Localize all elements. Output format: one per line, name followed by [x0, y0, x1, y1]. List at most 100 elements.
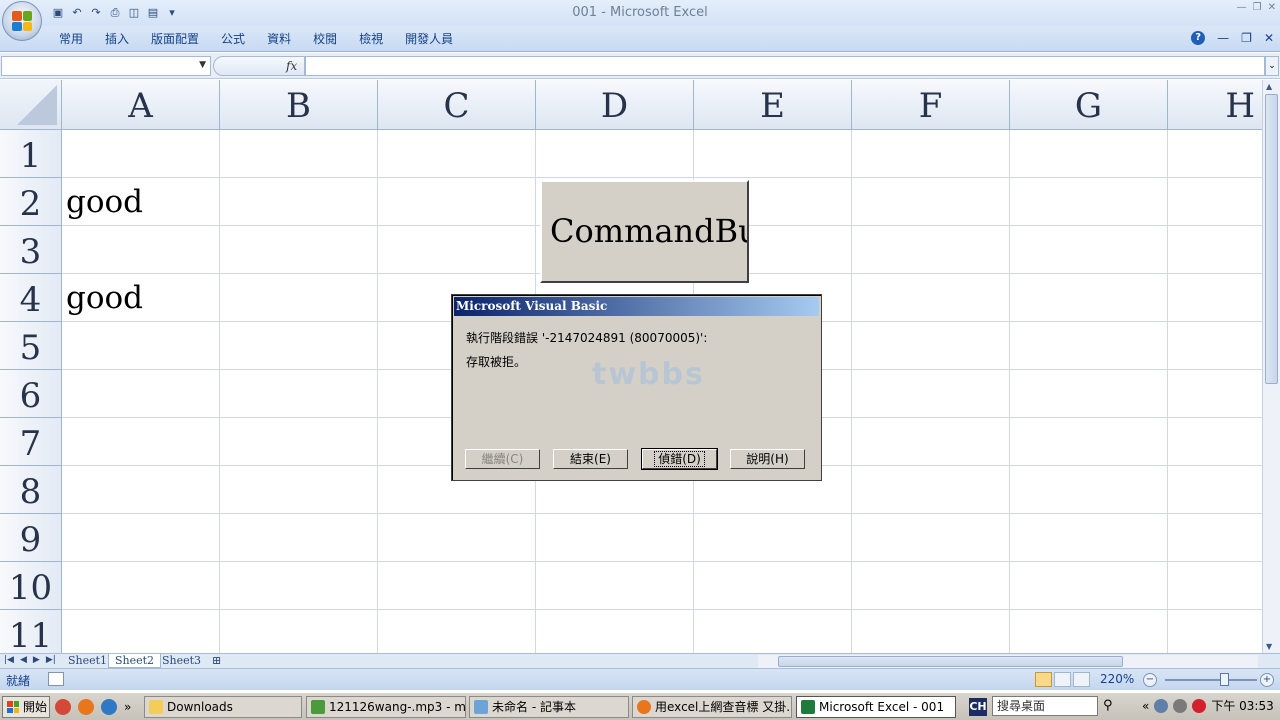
help-icon[interactable]: ? — [1191, 31, 1206, 45]
insert-sheet-icon[interactable]: ⊞ — [206, 654, 227, 668]
start-button[interactable]: 開始 — [2, 696, 50, 718]
taskbar-window-firefox[interactable]: 用excel上網查音標 又掛... — [632, 696, 792, 718]
mp3-app-icon — [311, 700, 325, 714]
status-ready: 就緒 — [6, 674, 31, 688]
tray-expand-icon[interactable]: « — [1142, 699, 1149, 713]
tab-data[interactable]: 資料 — [256, 31, 302, 47]
scroll-up-icon[interactable]: ▲ — [1266, 82, 1272, 91]
wb-close-icon[interactable]: ✕ — [1264, 31, 1274, 45]
command-button[interactable]: CommandButton1 — [540, 180, 749, 283]
zoom-out-icon[interactable]: − — [1143, 673, 1157, 687]
gridline — [1009, 130, 1010, 653]
formula-bar: ▼ fx ⌄ — [0, 53, 1280, 79]
vertical-scrollbar[interactable]: ▲ ▼ — [1262, 80, 1280, 653]
next-sheet-icon[interactable]: ▶ — [33, 655, 40, 665]
wb-restore-icon[interactable]: ❐ — [1241, 31, 1252, 45]
row-header-7[interactable]: 7 — [0, 418, 62, 466]
row-header-8[interactable]: 8 — [0, 466, 62, 514]
insert-function-icon[interactable]: fx — [286, 59, 297, 73]
horizontal-scrollbar[interactable] — [758, 655, 1258, 668]
tab-review[interactable]: 校閱 — [302, 31, 348, 47]
row-header-11[interactable]: 11 — [0, 610, 62, 653]
vertical-scroll-thumb[interactable] — [1265, 94, 1278, 384]
volume-icon[interactable] — [1173, 698, 1188, 713]
cell-a4[interactable]: good — [66, 280, 143, 316]
taskbar-window-mp3[interactable]: 121126wang-.mp3 - mp3... — [306, 696, 466, 718]
taskbar-window-downloads[interactable]: Downloads — [144, 696, 302, 718]
zoom-in-icon[interactable]: + — [1260, 673, 1274, 687]
last-sheet-icon[interactable]: ▶| — [46, 655, 56, 665]
debug-button[interactable]: 偵錯(D) — [641, 448, 718, 470]
row-header-1[interactable]: 1 — [0, 130, 62, 178]
zoom-slider[interactable] — [1165, 679, 1257, 681]
gridline — [62, 177, 1262, 178]
taskbar-window-notepad[interactable]: 未命名 - 記事本 — [469, 696, 629, 718]
row-header-9[interactable]: 9 — [0, 514, 62, 562]
title-bar: ▣ ↶ ↷ ⎙ ◫ ▤ ▾ 001 - Microsoft Excel — ❐ … — [0, 0, 1280, 26]
tab-insert[interactable]: 插入 — [94, 31, 140, 47]
antivirus-icon[interactable] — [1192, 698, 1207, 713]
expand-formula-icon[interactable]: ⌄ — [1265, 56, 1279, 76]
normal-view-icon[interactable] — [1035, 672, 1052, 687]
horizontal-scroll-thumb[interactable] — [778, 656, 1123, 667]
record-macro-icon[interactable] — [48, 672, 64, 686]
cell-a2[interactable]: good — [66, 184, 143, 220]
language-indicator[interactable]: CH — [969, 698, 987, 716]
column-header-c[interactable]: C — [378, 80, 536, 130]
desktop-search-input[interactable]: 搜尋桌面 — [992, 696, 1098, 716]
zoom-slider-knob[interactable] — [1220, 673, 1229, 686]
row-header-10[interactable]: 10 — [0, 562, 62, 610]
formula-input[interactable] — [305, 56, 1265, 76]
column-header-d[interactable]: D — [536, 80, 694, 130]
first-sheet-icon[interactable]: |◀ — [4, 655, 14, 665]
page-break-view-icon[interactable] — [1073, 672, 1090, 687]
tab-home[interactable]: 常用 — [48, 31, 94, 47]
tab-formulas[interactable]: 公式 — [210, 31, 256, 47]
watermark-logo: twbbs — [592, 357, 705, 392]
column-header-f[interactable]: F — [852, 80, 1010, 130]
column-header-a[interactable]: A — [62, 80, 220, 130]
error-message-line1: 執行階段錯誤 '-2147024891 (80070005)': — [466, 331, 708, 345]
select-all-button[interactable] — [0, 80, 62, 130]
end-button[interactable]: 結束(E) — [553, 449, 628, 469]
vb-error-dialog: Microsoft Visual Basic 執行階段錯誤 '-21470248… — [451, 294, 822, 481]
sheet-tab-1[interactable]: Sheet1 — [62, 654, 113, 668]
row-header-4[interactable]: 4 — [0, 274, 62, 322]
row-header-6[interactable]: 6 — [0, 370, 62, 418]
search-icon[interactable]: ⚲ — [1103, 698, 1113, 713]
tab-view[interactable]: 檢視 — [348, 31, 394, 47]
zoom-level[interactable]: 220% — [1100, 672, 1134, 686]
column-header-b[interactable]: B — [220, 80, 378, 130]
name-box[interactable]: ▼ — [1, 56, 211, 76]
close-icon[interactable]: ✕ — [1268, 2, 1276, 13]
row-header-5[interactable]: 5 — [0, 322, 62, 370]
minimize-icon[interactable]: — — [1237, 2, 1247, 13]
tab-developer[interactable]: 開發人員 — [394, 31, 464, 47]
column-header-e[interactable]: E — [694, 80, 852, 130]
gridline — [62, 609, 1262, 610]
restore-icon[interactable]: ❐ — [1253, 2, 1262, 13]
chrome-icon[interactable] — [55, 699, 71, 715]
row-header-2[interactable]: 2 — [0, 178, 62, 226]
column-header-g[interactable]: G — [1010, 80, 1168, 130]
name-box-dropdown-icon[interactable]: ▼ — [199, 60, 206, 70]
row-header-3[interactable]: 3 — [0, 226, 62, 274]
taskbar-window-excel[interactable]: Microsoft Excel - 001 — [796, 696, 956, 718]
sheet-tab-3[interactable]: Sheet3 — [156, 654, 207, 668]
continue-button[interactable]: 繼續(C) — [465, 449, 540, 469]
column-header-h[interactable]: H — [1168, 80, 1262, 130]
firefox-icon[interactable] — [78, 699, 94, 715]
office-button[interactable] — [2, 1, 42, 41]
sheet-tab-2[interactable]: Sheet2 — [108, 654, 162, 668]
tab-page-layout[interactable]: 版面配置 — [140, 31, 210, 47]
network-icon[interactable] — [1154, 698, 1169, 713]
more-icon[interactable]: » — [124, 699, 140, 715]
wb-minimize-icon[interactable]: — — [1217, 31, 1229, 45]
scroll-down-icon[interactable]: ▼ — [1266, 642, 1272, 651]
prev-sheet-icon[interactable]: ◀ — [20, 655, 27, 665]
error-message-line2: 存取被拒。 — [466, 355, 527, 369]
help-button[interactable]: 說明(H) — [730, 449, 805, 469]
taskbar: 開始 » Downloads 121126wang-.mp3 - mp3... … — [0, 692, 1280, 720]
page-layout-view-icon[interactable] — [1054, 672, 1071, 687]
ie-icon[interactable] — [101, 699, 117, 715]
